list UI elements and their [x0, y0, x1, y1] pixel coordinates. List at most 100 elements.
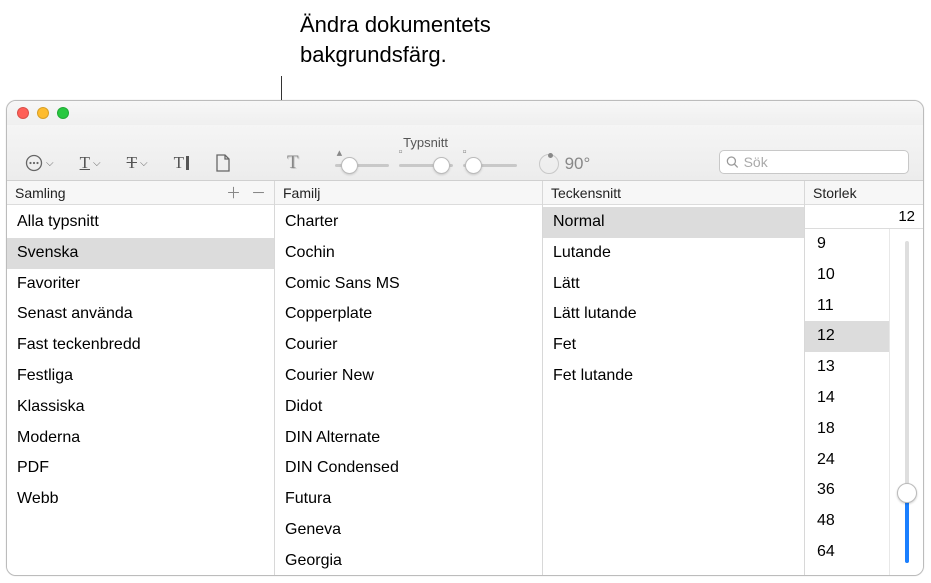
minimize-button[interactable]: [37, 107, 49, 119]
strikethrough-menu-button[interactable]: T ⌵: [123, 152, 152, 174]
typeface-item[interactable]: Lätt: [543, 269, 804, 300]
family-item[interactable]: Comic Sans MS: [275, 269, 542, 300]
rotation-dial-icon: [539, 154, 559, 174]
collection-item[interactable]: Svenska: [7, 238, 274, 269]
typeface-list: NormalLutandeLättLätt lutandeFetFet luta…: [543, 205, 804, 575]
size-item[interactable]: 13: [805, 352, 889, 383]
opacity-slider[interactable]: ▴: [335, 152, 389, 174]
rotation-value: 90°: [565, 154, 591, 174]
family-item[interactable]: Courier: [275, 330, 542, 361]
columns-area: Samling ＋ － Alla typsnittSvenskaFavorite…: [7, 181, 923, 575]
size-column: Storlek 12 91011121314182436486472: [805, 181, 923, 575]
family-item[interactable]: Didot: [275, 392, 542, 423]
shadow-t-icon: T: [287, 152, 299, 174]
square-outline-icon: ▫: [399, 146, 403, 158]
size-item[interactable]: 18: [805, 414, 889, 445]
typeface-column: Teckensnitt NormalLutandeLättLätt lutand…: [543, 181, 805, 575]
underline-menu-button[interactable]: T ⌵: [76, 152, 105, 174]
collection-item[interactable]: Senast använda: [7, 299, 274, 330]
close-button[interactable]: [17, 107, 29, 119]
page-icon: [215, 154, 231, 172]
typsnitt-label: Typsnitt: [403, 135, 448, 150]
chevron-down-icon: ⌵: [46, 158, 54, 169]
family-header-label: Familj: [283, 185, 320, 201]
family-item[interactable]: Futura: [275, 484, 542, 515]
collection-item[interactable]: Moderna: [7, 423, 274, 454]
callout-line1: Ändra dokumentets: [300, 10, 491, 40]
collection-header-label: Samling: [15, 185, 66, 201]
collection-list: Alla typsnittSvenskaFavoriterSenast anvä…: [7, 205, 274, 575]
actions-menu-button[interactable]: ⌵: [21, 152, 58, 174]
chevron-down-icon: ⌵: [140, 158, 148, 169]
size-current-value: 12: [898, 208, 915, 225]
family-list: CharterCochinComic Sans MSCopperplateCou…: [275, 205, 542, 575]
search-box[interactable]: [719, 150, 909, 174]
collection-item[interactable]: Festliga: [7, 361, 274, 392]
blur-slider[interactable]: ▫: [399, 152, 453, 174]
toolbar: ⌵ T ⌵ T ⌵ T T Typsnitt: [7, 125, 923, 181]
size-item[interactable]: 11: [805, 291, 889, 322]
family-item[interactable]: Copperplate: [275, 299, 542, 330]
square-outline-icon: ▫: [463, 146, 467, 158]
collection-column: Samling ＋ － Alla typsnittSvenskaFavorite…: [7, 181, 275, 575]
callout-line2: bakgrundsfärg.: [300, 40, 491, 70]
collection-item[interactable]: Favoriter: [7, 269, 274, 300]
family-item[interactable]: Geneva: [275, 515, 542, 546]
strikethrough-icon: T: [127, 153, 137, 173]
underline-icon: T: [80, 153, 90, 173]
search-icon: [726, 155, 739, 169]
size-item[interactable]: 36: [805, 475, 889, 506]
family-column: Familj CharterCochinComic Sans MSCopperp…: [275, 181, 543, 575]
family-item[interactable]: DIN Condensed: [275, 453, 542, 484]
size-item[interactable]: 72: [805, 568, 889, 575]
chevron-down-icon: ⌵: [93, 158, 101, 169]
collection-item[interactable]: Klassiska: [7, 392, 274, 423]
size-item[interactable]: 9: [805, 229, 889, 260]
text-effects-button[interactable]: T: [283, 152, 303, 174]
collection-header: Samling ＋ －: [7, 181, 274, 205]
titlebar: [7, 101, 923, 125]
size-input-row[interactable]: 12: [805, 205, 923, 229]
typsnitt-controls: Typsnitt ▴ ▫ ▫: [335, 135, 517, 174]
color-bar-icon: [186, 156, 189, 170]
typeface-header: Teckensnitt: [543, 181, 804, 205]
typeface-item[interactable]: Normal: [543, 207, 804, 238]
size-item[interactable]: 12: [805, 321, 889, 352]
typeface-item[interactable]: Fet: [543, 330, 804, 361]
search-input[interactable]: [744, 154, 902, 170]
size-item[interactable]: 10: [805, 260, 889, 291]
size-vertical-slider[interactable]: [889, 229, 923, 575]
typeface-item[interactable]: Lätt lutande: [543, 299, 804, 330]
family-item[interactable]: Charter: [275, 207, 542, 238]
text-color-button[interactable]: T: [170, 152, 193, 174]
ellipsis-circle-icon: [25, 154, 43, 172]
size-list: 91011121314182436486472: [805, 229, 889, 575]
document-background-button[interactable]: [211, 152, 235, 174]
fonts-window: ⌵ T ⌵ T ⌵ T T Typsnitt: [6, 100, 924, 576]
sliders-row: ▴ ▫ ▫: [335, 152, 517, 174]
maximize-button[interactable]: [57, 107, 69, 119]
size-header: Storlek: [805, 181, 923, 205]
collection-item[interactable]: PDF: [7, 453, 274, 484]
family-item[interactable]: Courier New: [275, 361, 542, 392]
size-item[interactable]: 64: [805, 537, 889, 568]
collection-item[interactable]: Webb: [7, 484, 274, 515]
typeface-header-label: Teckensnitt: [551, 185, 621, 201]
size-item[interactable]: 14: [805, 383, 889, 414]
size-item[interactable]: 24: [805, 445, 889, 476]
offset-slider[interactable]: ▫: [463, 152, 517, 174]
rotation-control[interactable]: 90°: [539, 154, 591, 174]
size-header-label: Storlek: [813, 185, 857, 201]
collection-item[interactable]: Alla typsnitt: [7, 207, 274, 238]
family-item[interactable]: Georgia: [275, 546, 542, 575]
add-collection-button[interactable]: ＋: [226, 182, 241, 203]
typeface-item[interactable]: Lutande: [543, 238, 804, 269]
typeface-item[interactable]: Fet lutande: [543, 361, 804, 392]
toolbar-left-group: ⌵ T ⌵ T ⌵ T T: [21, 152, 303, 174]
family-item[interactable]: DIN Alternate: [275, 423, 542, 454]
text-color-icon: T: [174, 153, 184, 173]
size-item[interactable]: 48: [805, 506, 889, 537]
remove-collection-button[interactable]: －: [251, 182, 266, 203]
family-item[interactable]: Cochin: [275, 238, 542, 269]
collection-item[interactable]: Fast teckenbredd: [7, 330, 274, 361]
